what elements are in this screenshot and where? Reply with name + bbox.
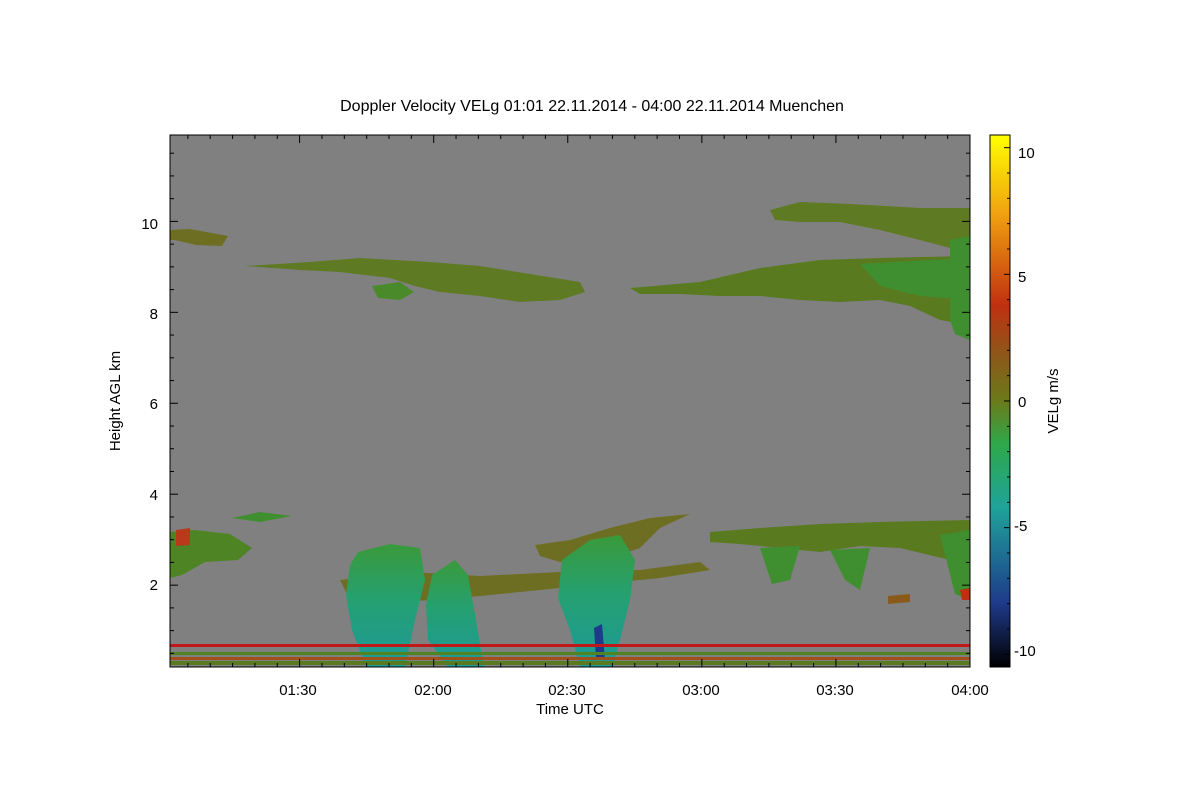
colorbar: 10 5 0 -5 -10 VELg m/s: [989, 134, 1062, 668]
x-tick-label: 02:00: [414, 682, 452, 699]
y-tick-label: 6: [150, 396, 158, 413]
colorbar-tick-label: -10: [1014, 643, 1036, 660]
colorbar-tick-label: 0: [1018, 394, 1026, 411]
colorbar-label: VELg m/s: [1045, 368, 1062, 433]
x-tick-label: 03:30: [816, 682, 854, 699]
x-axis-label: Time UTC: [536, 701, 604, 718]
x-tick-label: 01:30: [279, 682, 317, 699]
y-axis-tick-labels: 2 4 6 8 10: [141, 216, 158, 594]
x-tick-label: 03:00: [682, 682, 720, 699]
x-tick-label: 04:00: [951, 682, 989, 699]
colorbar-tick-label: -5: [1014, 518, 1027, 535]
y-axis-label: Height AGL km: [107, 351, 124, 451]
x-axis-tick-labels: 01:30 02:00 02:30 03:00 03:30 04:00: [279, 682, 989, 699]
y-tick-label: 4: [150, 487, 158, 504]
chart-svg: 01:30 02:00 02:30 03:00 03:30 04:00 2 4 …: [107, 134, 1062, 718]
y-tick-label: 10: [141, 216, 158, 233]
colorbar-tick-label: 5: [1018, 269, 1026, 286]
y-tick-label: 2: [150, 577, 158, 594]
y-tick-label: 8: [150, 306, 158, 323]
x-tick-label: 02:30: [548, 682, 586, 699]
colorbar-tick-label: 10: [1018, 145, 1035, 162]
